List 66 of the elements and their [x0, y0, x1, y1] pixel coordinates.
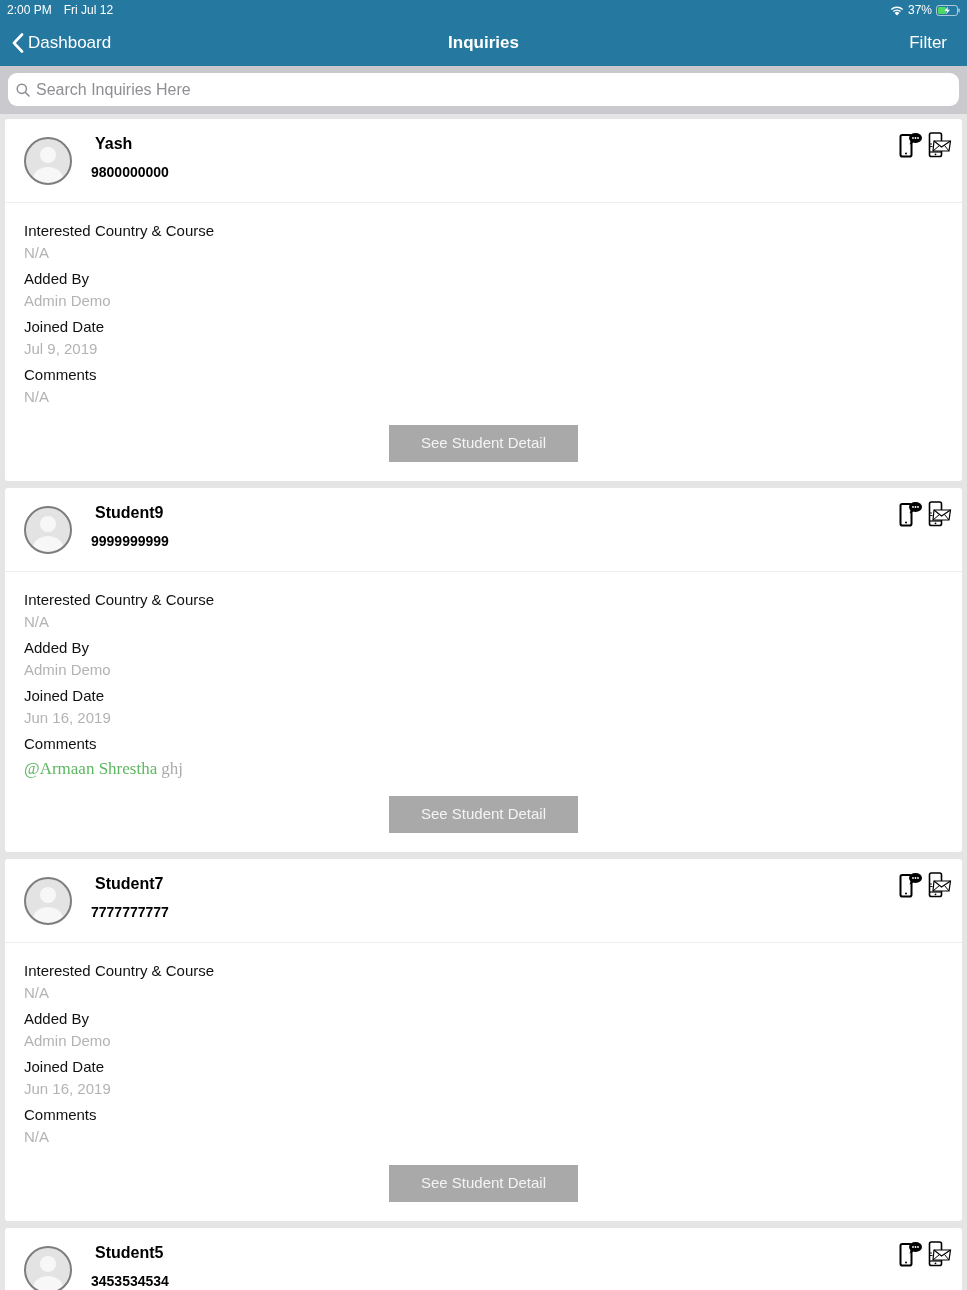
field-value: N/A — [24, 243, 49, 263]
field-label: Joined Date — [24, 1057, 105, 1077]
avatar-placeholder-icon — [24, 506, 72, 554]
see-student-detail-button[interactable]: See Student Detail — [389, 425, 578, 462]
phone-number: 7777777777 — [91, 903, 169, 921]
student-name: Student7 — [94, 874, 164, 894]
field-label: Comments — [24, 1105, 97, 1125]
phone-number: 9999999999 — [91, 532, 169, 550]
field-value: Jul 9, 2019 — [24, 339, 98, 359]
phone-chat-bubble-icon — [899, 1241, 923, 1267]
phone-chat-bubble-icon — [899, 132, 923, 158]
wifi-icon — [889, 4, 904, 16]
phone-envelope-icon — [928, 872, 952, 898]
student-name: Student5 — [94, 1243, 164, 1263]
battery-charging-icon — [936, 4, 960, 16]
phone-envelope-icon — [928, 1241, 952, 1267]
field-value: Jun 16, 2019 — [24, 708, 111, 728]
phone-chat-bubble-icon — [899, 501, 923, 527]
field-label: Interested Country & Course — [24, 961, 215, 981]
avatar-placeholder-icon — [24, 877, 72, 925]
search-icon — [16, 83, 30, 97]
comment-text: ghj — [161, 758, 183, 780]
field-label: Added By — [24, 269, 90, 289]
field-value: Jun 16, 2019 — [24, 1079, 111, 1099]
field-label: Added By — [24, 638, 90, 658]
status-date: Fri Jul 12 — [63, 2, 114, 19]
sms-button[interactable] — [899, 1241, 923, 1267]
email-button[interactable] — [928, 872, 952, 898]
field-value: Admin Demo — [24, 291, 111, 311]
battery-percent: 37% — [907, 2, 932, 19]
phone-number: 3453534534 — [91, 1272, 169, 1290]
phone-envelope-icon — [928, 501, 952, 527]
field-label: Interested Country & Course — [24, 590, 215, 610]
field-label: Added By — [24, 1009, 90, 1029]
email-button[interactable] — [928, 132, 952, 158]
see-student-detail-button[interactable]: See Student Detail — [389, 796, 578, 833]
phone-number: 9800000000 — [91, 163, 169, 181]
search-field[interactable]: Search Inquiries Here — [8, 73, 959, 106]
sms-button[interactable] — [899, 501, 923, 527]
field-label: Comments — [24, 365, 97, 385]
field-value: Admin Demo — [24, 660, 111, 680]
avatar-placeholder-icon — [24, 137, 72, 185]
filter-button[interactable]: Filter — [909, 30, 947, 56]
sms-button[interactable] — [899, 872, 923, 898]
field-label: Comments — [24, 734, 97, 754]
sms-button[interactable] — [899, 132, 923, 158]
field-label: Joined Date — [24, 686, 105, 706]
see-student-detail-button[interactable]: See Student Detail — [389, 1165, 578, 1202]
phone-chat-bubble-icon — [899, 872, 923, 898]
user-mention: @Armaan Shrestha — [24, 758, 158, 780]
back-chevron-icon — [12, 33, 24, 53]
field-label: Interested Country & Course — [24, 221, 215, 241]
student-name: Yash — [94, 134, 133, 154]
student-name: Student9 — [94, 503, 164, 523]
field-value: N/A — [24, 983, 49, 1003]
status-time: 2:00 PM — [7, 2, 52, 19]
field-value: Admin Demo — [24, 1031, 111, 1051]
page-title: Inquiries — [448, 32, 519, 55]
phone-envelope-icon — [928, 132, 952, 158]
field-value: N/A — [24, 612, 49, 632]
back-button[interactable]: Dashboard — [12, 30, 112, 56]
field-value: N/A — [24, 1127, 49, 1147]
field-label: Joined Date — [24, 317, 105, 337]
email-button[interactable] — [928, 501, 952, 527]
field-value: N/A — [24, 387, 49, 407]
email-button[interactable] — [928, 1241, 952, 1267]
